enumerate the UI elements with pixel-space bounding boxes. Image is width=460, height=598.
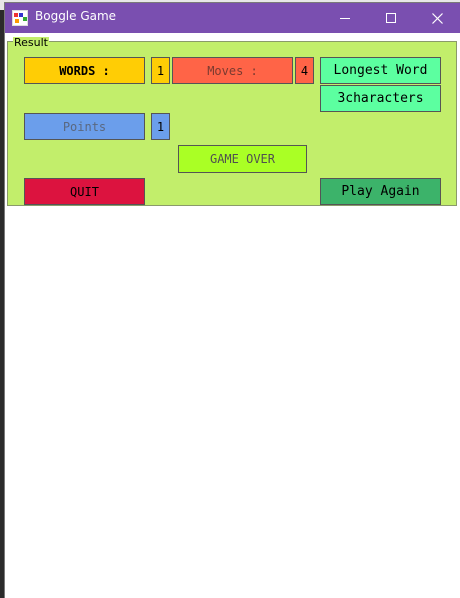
- title-bar[interactable]: Boggle Game: [5, 3, 460, 33]
- game-over-status: GAME OVER: [178, 145, 307, 173]
- minimize-button[interactable]: [322, 3, 368, 33]
- play-again-button[interactable]: Play Again: [320, 178, 441, 205]
- moves-count: 4: [295, 57, 314, 84]
- moves-label: Moves :: [172, 57, 293, 84]
- result-panel: Result WORDS : 1 Moves : 4 Longest Word …: [7, 37, 457, 206]
- longest-word-value: 3characters: [320, 85, 441, 112]
- boggle-app-icon: [12, 10, 28, 26]
- boggle-window: Boggle Game Result WORDS : 1 Moves : 4 L…: [5, 3, 460, 598]
- quit-button[interactable]: QUIT: [24, 178, 145, 205]
- maximize-button[interactable]: [368, 3, 414, 33]
- maximize-icon: [386, 13, 396, 23]
- window-title: Boggle Game: [35, 9, 117, 23]
- points-count: 1: [151, 113, 170, 140]
- words-count: 1: [151, 57, 170, 84]
- longest-word-label: Longest Word: [320, 57, 441, 84]
- result-group-label: Result: [13, 36, 49, 49]
- close-button[interactable]: [414, 3, 460, 33]
- words-label: WORDS :: [24, 57, 145, 84]
- minimize-icon: [340, 18, 350, 19]
- close-icon: [431, 12, 443, 24]
- points-label: Points: [24, 113, 145, 140]
